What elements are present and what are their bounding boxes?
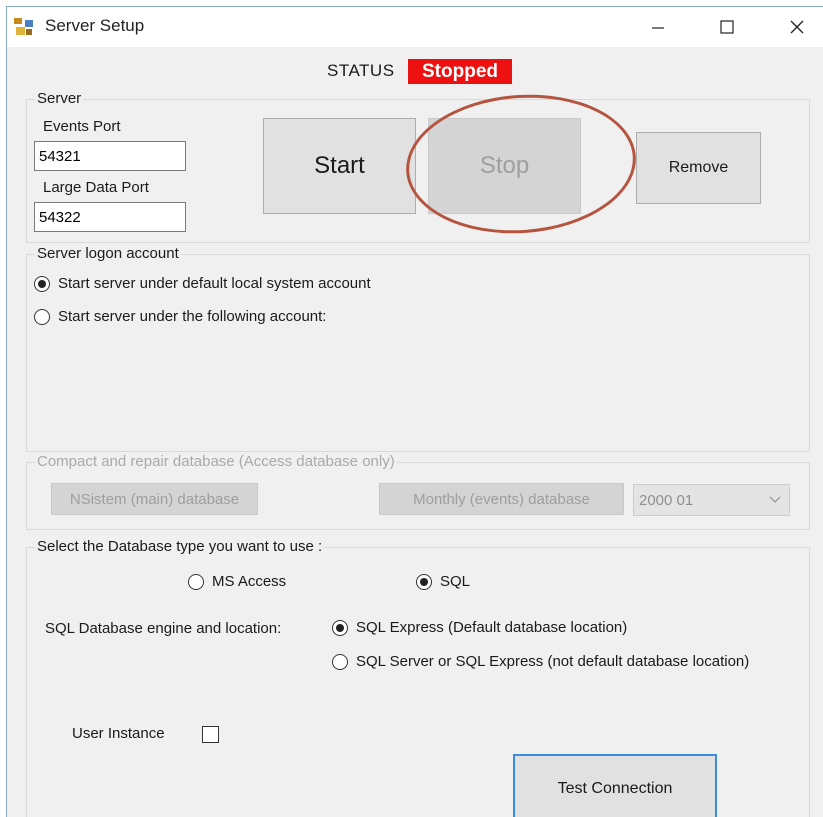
radio-default-account-circle [34, 275, 50, 292]
app-icon [14, 18, 33, 35]
radio-sql[interactable]: SQL [416, 573, 470, 590]
radio-sql-express-label: SQL Express (Default database location) [356, 619, 628, 636]
stop-button[interactable]: Stop [428, 118, 581, 214]
radio-sql-server-label: SQL Server or SQL Express (not default d… [356, 653, 750, 670]
remove-button[interactable]: Remove [636, 132, 761, 204]
minimize-button[interactable] [630, 7, 686, 47]
month-select[interactable]: 2000 01 [633, 484, 790, 516]
chevron-down-icon [769, 496, 781, 503]
large-data-port-label: Large Data Port [43, 179, 149, 196]
server-group-label: Server [35, 90, 84, 107]
logon-group-label: Server logon account [35, 245, 181, 262]
compact-group-label: Compact and repair database (Access data… [35, 453, 397, 470]
radio-sql-express-circle [332, 619, 348, 636]
user-instance-label: User Instance [72, 725, 165, 742]
radio-ms-access-circle [188, 573, 204, 590]
server-setup-window: Server Setup STATUS Stopped Server Event… [6, 6, 823, 817]
start-button[interactable]: Start [263, 118, 416, 214]
monthly-database-button[interactable]: Monthly (events) database [379, 483, 624, 515]
month-select-value: 2000 01 [639, 491, 694, 509]
radio-sql-server-circle [332, 653, 348, 670]
sql-engine-label: SQL Database engine and location: [45, 620, 282, 637]
close-icon [790, 20, 804, 34]
radio-ms-access-label: MS Access [212, 573, 287, 590]
radio-sql-label: SQL [440, 573, 471, 590]
radio-ms-access[interactable]: MS Access [188, 573, 286, 590]
radio-selected-dot [336, 623, 344, 632]
radio-selected-dot [420, 577, 428, 586]
radio-selected-dot [38, 279, 46, 288]
radio-sql-circle [416, 573, 432, 590]
large-data-port-input[interactable] [34, 202, 186, 232]
user-instance-checkbox[interactable] [202, 726, 219, 743]
radio-sql-server[interactable]: SQL Server or SQL Express (not default d… [332, 653, 749, 670]
radio-following-account[interactable]: Start server under the following account… [34, 308, 326, 325]
window-title: Server Setup [45, 16, 145, 35]
close-button[interactable] [769, 7, 823, 47]
status-badge: Stopped [408, 59, 512, 84]
test-connection-button[interactable]: Test Connection [513, 754, 717, 817]
maximize-button[interactable] [699, 7, 755, 47]
main-database-button[interactable]: NSistem (main) database [51, 483, 258, 515]
radio-following-account-circle [34, 308, 50, 325]
radio-following-account-label: Start server under the following account… [58, 308, 327, 325]
status-label: STATUS [327, 61, 395, 80]
radio-default-account-label: Start server under default local system … [58, 275, 371, 292]
maximize-icon [720, 20, 734, 34]
database-group-label: Select the Database type you want to use… [35, 538, 325, 555]
events-port-label: Events Port [43, 118, 121, 135]
radio-default-account[interactable]: Start server under default local system … [34, 275, 371, 292]
radio-sql-express[interactable]: SQL Express (Default database location) [332, 619, 627, 636]
title-bar: Server Setup [7, 7, 823, 47]
minimize-icon [652, 27, 664, 29]
events-port-input[interactable] [34, 141, 186, 171]
